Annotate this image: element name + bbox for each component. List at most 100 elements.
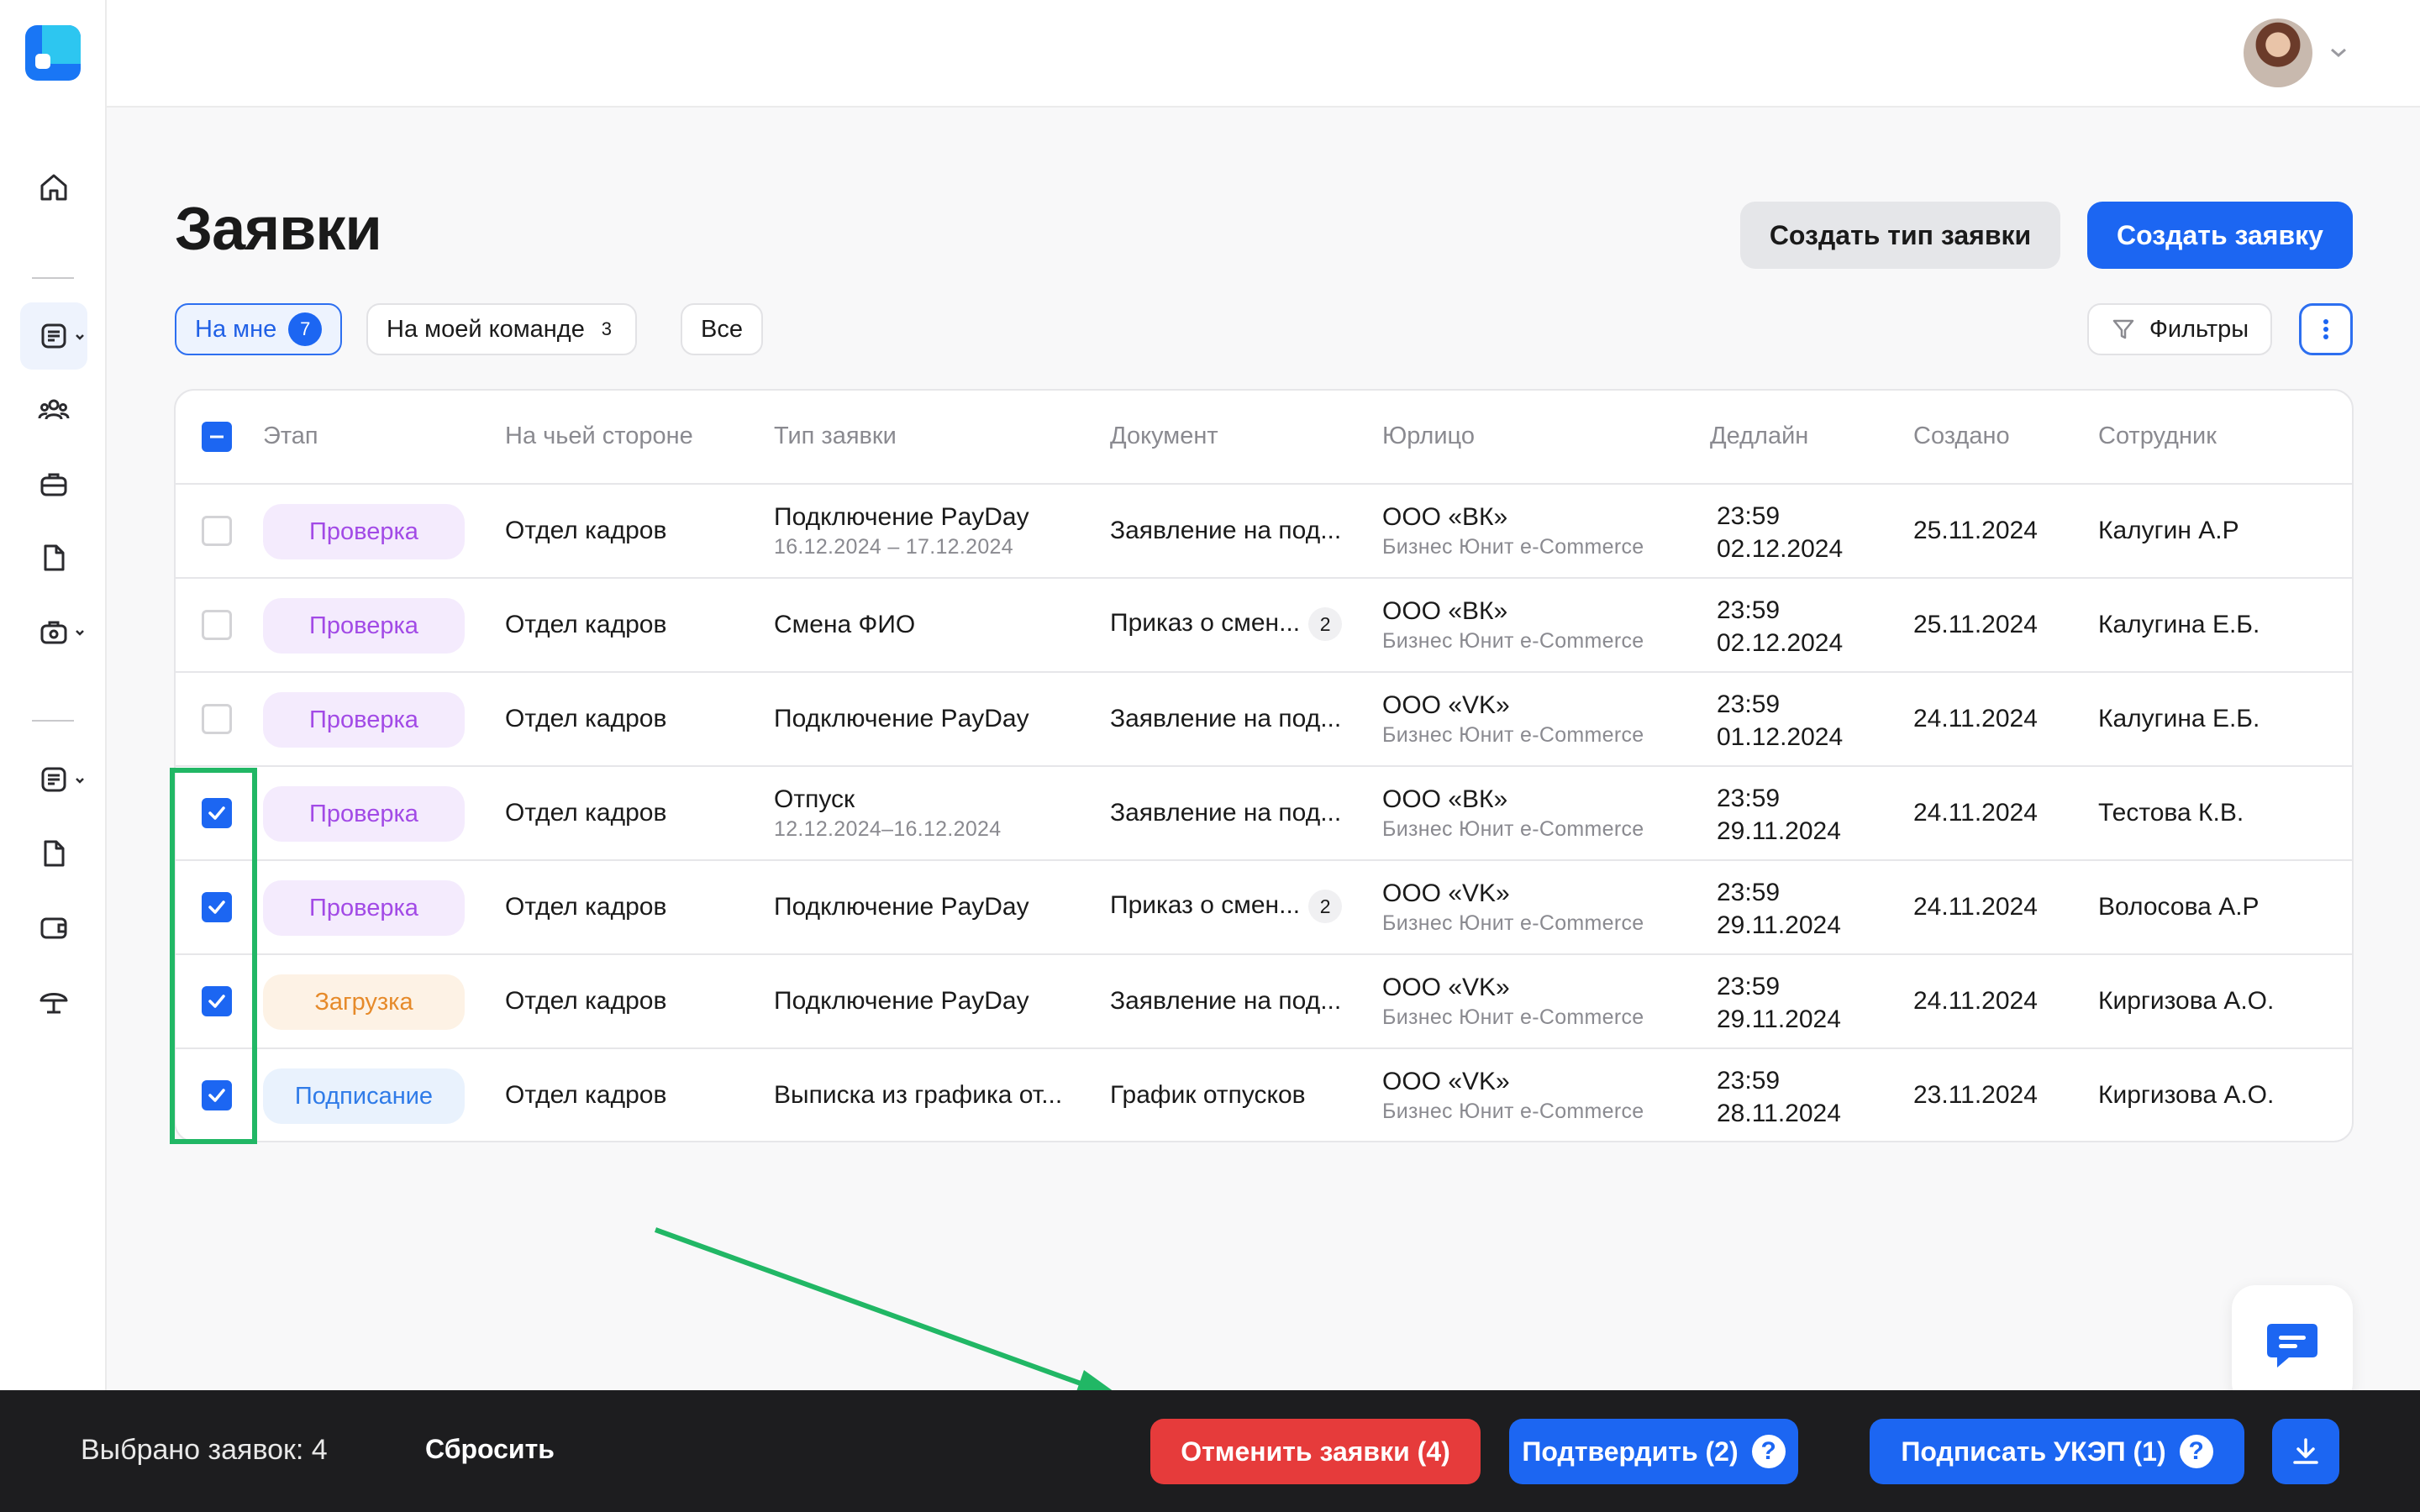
column-header-employee[interactable]: Сотрудник	[2098, 423, 2217, 450]
create-request-type-button[interactable]: Создать тип заявки	[1740, 202, 2060, 269]
filters-button[interactable]: Фильтры	[2087, 303, 2272, 355]
type-cell: Смена ФИО	[774, 611, 915, 639]
tab-label: Все	[701, 315, 743, 343]
side-cell: Отдел кадров	[505, 893, 667, 921]
chat-icon	[2267, 1324, 2317, 1368]
column-header-type[interactable]: Тип заявки	[774, 423, 897, 450]
created-cell: 24.11.2024	[1913, 987, 2038, 1015]
chevron-down-icon[interactable]	[2328, 44, 2349, 60]
download-button[interactable]	[2272, 1419, 2339, 1484]
app-logo[interactable]	[25, 25, 81, 81]
employee-cell: Калугин А.Р	[2098, 517, 2239, 544]
document-cell[interactable]: Приказ о смен... 2	[1110, 890, 1343, 923]
stage-badge: Загрузка	[263, 974, 465, 1030]
document-name: Приказ о смен...	[1110, 608, 1301, 637]
team-icon[interactable]	[20, 376, 87, 444]
document-cell[interactable]: Заявление на под...	[1110, 705, 1341, 733]
document-icon[interactable]	[20, 820, 87, 887]
deadline-date: 29.11.2024	[1717, 1005, 1841, 1033]
document-icon[interactable]	[20, 524, 87, 591]
deadline-date: 02.12.2024	[1717, 629, 1844, 657]
requests-table: Этап На чьей стороне Тип заявки Документ…	[174, 389, 2354, 1142]
cancel-requests-button[interactable]: Отменить заявки (4)	[1150, 1419, 1481, 1484]
tab-on-my-team[interactable]: На моей команде 3	[366, 303, 637, 355]
column-header-created[interactable]: Создано	[1913, 423, 2010, 450]
document-cell[interactable]: Заявление на под...	[1110, 987, 1341, 1016]
type-text: Смена ФИО	[774, 611, 916, 638]
select-all-checkbox[interactable]	[202, 422, 232, 452]
employee-cell: Тестова К.В.	[2098, 799, 2244, 827]
reset-selection-button[interactable]: Сбросить	[425, 1434, 555, 1465]
table-row[interactable]: Проверка Отдел кадров Смена ФИО Приказ о см…	[176, 579, 2352, 673]
column-header-entity[interactable]: Юрлицо	[1382, 423, 1475, 450]
column-header-deadline[interactable]: Дедлайн	[1710, 423, 1808, 450]
side-cell: Отдел кадров	[505, 517, 667, 544]
type-text: Подключение PayDay	[774, 893, 1029, 921]
deadline-time: 23:59	[1717, 1067, 1781, 1095]
table-row[interactable]: Проверка Отдел кадров Подключение PayDay За…	[176, 673, 2352, 767]
wallet-icon[interactable]	[20, 894, 87, 961]
entity-name: ООО «VK»	[1382, 1068, 1510, 1095]
column-header-side[interactable]: На чьей стороне	[505, 423, 693, 450]
side-cell: Отдел кадров	[505, 799, 667, 827]
side-cell: Отдел кадров	[505, 987, 667, 1015]
table-row[interactable]: Загрузка Отдел кадров Подключение PayDay За…	[176, 955, 2352, 1049]
entity-name: ООО «VK»	[1382, 879, 1510, 907]
avatar[interactable]	[2244, 18, 2312, 87]
home-icon[interactable]	[20, 154, 87, 221]
entity-name: ООО «ВК»	[1382, 503, 1508, 531]
umbrella-icon[interactable]	[20, 968, 87, 1035]
confirm-button[interactable]: Подтвердить (2) ?	[1509, 1419, 1798, 1484]
column-header-stage[interactable]: Этап	[263, 423, 318, 450]
document-name: График отпусков	[1110, 1081, 1306, 1109]
deadline-time: 23:59	[1717, 973, 1781, 1000]
deadline-cell: 23:59 29.11.2024	[1717, 876, 1841, 942]
document-cell[interactable]: Приказ о смен... 2	[1110, 607, 1343, 641]
row-checkbox[interactable]	[202, 610, 232, 640]
briefcase-icon[interactable]	[20, 450, 87, 517]
type-text: Выписка из графика от...	[774, 1081, 1063, 1109]
more-vertical-icon[interactable]	[2299, 303, 2353, 355]
tab-label: На моей команде	[387, 315, 585, 343]
created-cell: 25.11.2024	[1913, 611, 2038, 638]
entity-name: ООО «ВК»	[1382, 785, 1508, 813]
row-checkbox[interactable]	[202, 704, 232, 734]
type-cell: Подключение PayDay	[774, 893, 1029, 921]
table-row[interactable]: Проверка Отдел кадров Подключение PayDay Пр…	[176, 861, 2352, 955]
deadline-time: 23:59	[1717, 785, 1781, 812]
entity-cell: ООО «VK» Бизнес Юнит e-Commerce	[1382, 691, 1644, 748]
checkbox-highlight-box	[170, 768, 257, 1144]
deadline-cell: 23:59 02.12.2024	[1717, 500, 1843, 565]
type-text: Отпуск	[774, 785, 855, 813]
row-checkbox[interactable]	[202, 516, 232, 546]
stage-badge: Проверка	[263, 786, 465, 842]
help-icon[interactable]: ?	[2179, 1435, 2213, 1468]
side-cell: Отдел кадров	[505, 705, 667, 732]
requests-icon[interactable]	[20, 302, 87, 370]
entity-unit: Бизнес Юнит e-Commerce	[1382, 535, 1644, 559]
chat-button[interactable]	[2232, 1285, 2353, 1406]
document-cell[interactable]: Заявление на под...	[1110, 517, 1341, 545]
deadline-cell: 23:59 28.11.2024	[1717, 1064, 1841, 1130]
cancel-requests-label: Отменить заявки (4)	[1181, 1436, 1450, 1467]
sign-ukep-button[interactable]: Подписать УКЭП (1) ?	[1870, 1419, 2244, 1484]
table-row[interactable]: Проверка Отдел кадров Отпуск 12.12.2024–16.…	[176, 767, 2352, 861]
requests-icon[interactable]	[20, 746, 87, 813]
column-header-document[interactable]: Документ	[1110, 423, 1218, 450]
create-request-button[interactable]: Создать заявку	[2087, 202, 2353, 269]
tab-all[interactable]: Все	[681, 303, 763, 355]
settings-icon[interactable]	[20, 598, 87, 665]
deadline-cell: 23:59 29.11.2024	[1717, 970, 1841, 1036]
document-cell[interactable]: График отпусков	[1110, 1081, 1306, 1110]
created-cell: 23.11.2024	[1913, 1081, 2038, 1109]
help-icon[interactable]: ?	[1751, 1435, 1786, 1468]
document-count-badge: 2	[1308, 607, 1343, 641]
sign-ukep-label: Подписать УКЭП (1)	[1901, 1436, 2166, 1467]
table-row[interactable]: Подписание Отдел кадров Выписка из графика…	[176, 1049, 2352, 1141]
entity-cell: ООО «VK» Бизнес Юнит e-Commerce	[1382, 974, 1644, 1030]
type-cell: Отпуск 12.12.2024–16.12.2024	[774, 785, 1001, 842]
entity-cell: ООО «VK» Бизнес Юнит e-Commerce	[1382, 879, 1644, 936]
table-row[interactable]: Проверка Отдел кадров Подключение PayDay 16…	[176, 485, 2352, 579]
document-cell[interactable]: Заявление на под...	[1110, 799, 1341, 827]
tab-on-me[interactable]: На мне 7	[175, 303, 343, 355]
